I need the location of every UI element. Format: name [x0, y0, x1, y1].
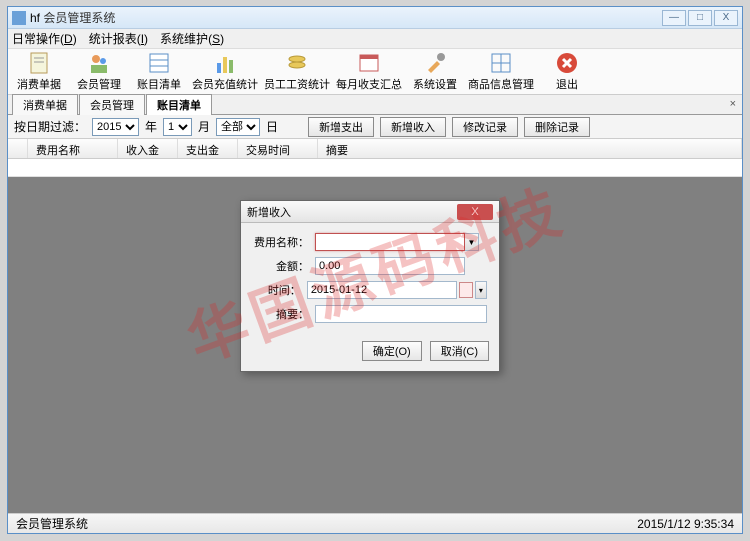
- tb-member-mgmt[interactable]: 会员管理: [72, 51, 126, 92]
- app-icon: [12, 11, 26, 25]
- time-input[interactable]: [307, 281, 457, 299]
- modify-record-button[interactable]: 修改记录: [452, 117, 518, 137]
- menu-reports[interactable]: 统计报表(I): [89, 30, 148, 47]
- summary-label: 摘要：: [253, 306, 309, 322]
- filter-bar: 按日期过滤： 2015 年 1 月 全部 日 新增支出 新增收入 修改记录 删除…: [8, 115, 742, 139]
- new-expense-button[interactable]: 新增支出: [308, 117, 374, 137]
- toolbar: 消费单据 会员管理 账目清单 会员充值统计 员工工资统计 每月收支汇总 系统设置…: [8, 49, 742, 95]
- calendar-money-icon: [357, 51, 381, 75]
- date-picker-icon[interactable]: [459, 282, 473, 298]
- close-circle-icon: [555, 51, 579, 75]
- month-select[interactable]: 1: [163, 118, 192, 136]
- titlebar: hf 会员管理系统 — □ X: [8, 7, 742, 29]
- maximize-button[interactable]: □: [688, 10, 712, 26]
- close-button[interactable]: X: [714, 10, 738, 26]
- menu-maintenance[interactable]: 系统维护(S): [160, 30, 224, 47]
- grid-header: 费用名称 收入金额 支出金额 交易时间 摘要: [8, 139, 742, 159]
- tb-account-list[interactable]: 账目清单: [132, 51, 186, 92]
- grid-icon: [489, 51, 513, 75]
- tb-product-mgmt[interactable]: 商品信息管理: [468, 51, 534, 92]
- statusbar: 会员管理系统 2015/1/12 9:35:34: [8, 513, 742, 533]
- tab-account-list[interactable]: 账目清单: [146, 94, 212, 115]
- fee-name-input[interactable]: [315, 233, 465, 251]
- tabstrip-close-icon[interactable]: ×: [730, 98, 736, 110]
- col-fee-name[interactable]: 费用名称: [28, 139, 118, 158]
- filter-label: 按日期过滤：: [14, 118, 86, 135]
- status-time: 2015/1/12 9:35:34: [637, 517, 734, 531]
- amount-input[interactable]: [315, 257, 465, 275]
- scope-select[interactable]: 全部: [216, 118, 260, 136]
- menubar: 日常操作(D) 统计报表(I) 系统维护(S): [8, 29, 742, 49]
- minimize-button[interactable]: —: [662, 10, 686, 26]
- chart-bar-icon: [213, 51, 237, 75]
- col-summary[interactable]: 摘要: [318, 139, 742, 158]
- table-row: [8, 159, 742, 177]
- status-left: 会员管理系统: [16, 515, 88, 532]
- year-select[interactable]: 2015: [92, 118, 139, 136]
- tb-monthly-summary[interactable]: 每月收支汇总: [336, 51, 402, 92]
- app-prefix: hf: [30, 11, 40, 25]
- tab-member-mgmt[interactable]: 会员管理: [79, 94, 145, 115]
- new-income-button[interactable]: 新增收入: [380, 117, 446, 137]
- time-label: 时间：: [253, 282, 301, 298]
- cancel-button[interactable]: 取消(C): [430, 341, 489, 361]
- tb-recharge-stats[interactable]: 会员充值统计: [192, 51, 258, 92]
- tools-icon: [423, 51, 447, 75]
- ok-button[interactable]: 确定(O): [362, 341, 422, 361]
- dialog-close-button[interactable]: X: [457, 204, 493, 220]
- menu-daily[interactable]: 日常操作(D): [12, 30, 77, 47]
- fee-name-dropdown-icon[interactable]: ▼: [465, 233, 479, 251]
- delete-record-button[interactable]: 删除记录: [524, 117, 590, 137]
- tb-settings[interactable]: 系统设置: [408, 51, 462, 92]
- receipt-icon: [27, 51, 51, 75]
- time-dropdown-icon[interactable]: ▾: [475, 281, 487, 299]
- col-time[interactable]: 交易时间: [238, 139, 318, 158]
- amount-label: 金额：: [253, 258, 309, 274]
- tabstrip: 消费单据 会员管理 账目清单 ×: [8, 95, 742, 115]
- dialog-title: 新增收入: [247, 204, 457, 220]
- dialog-footer: 确定(O) 取消(C): [241, 335, 499, 371]
- new-income-dialog: 新增收入 X 费用名称： ▼ 金额： 时间： ▾ 摘要： 确定(O) 取消(C): [240, 200, 500, 372]
- fee-name-label: 费用名称：: [253, 234, 309, 250]
- dialog-body: 费用名称： ▼ 金额： 时间： ▾ 摘要：: [241, 223, 499, 335]
- summary-input[interactable]: [315, 305, 487, 323]
- col-income[interactable]: 收入金额: [118, 139, 178, 158]
- window-title: 会员管理系统: [43, 9, 660, 26]
- col-expense[interactable]: 支出金额: [178, 139, 238, 158]
- tb-salary-stats[interactable]: 员工工资统计: [264, 51, 330, 92]
- coins-icon: [285, 51, 309, 75]
- tab-consume-bill[interactable]: 消费单据: [12, 94, 78, 115]
- ledger-icon: [147, 51, 171, 75]
- tb-exit[interactable]: 退出: [540, 51, 594, 92]
- users-icon: [87, 51, 111, 75]
- dialog-titlebar: 新增收入 X: [241, 201, 499, 223]
- tb-consume-bill[interactable]: 消费单据: [12, 51, 66, 92]
